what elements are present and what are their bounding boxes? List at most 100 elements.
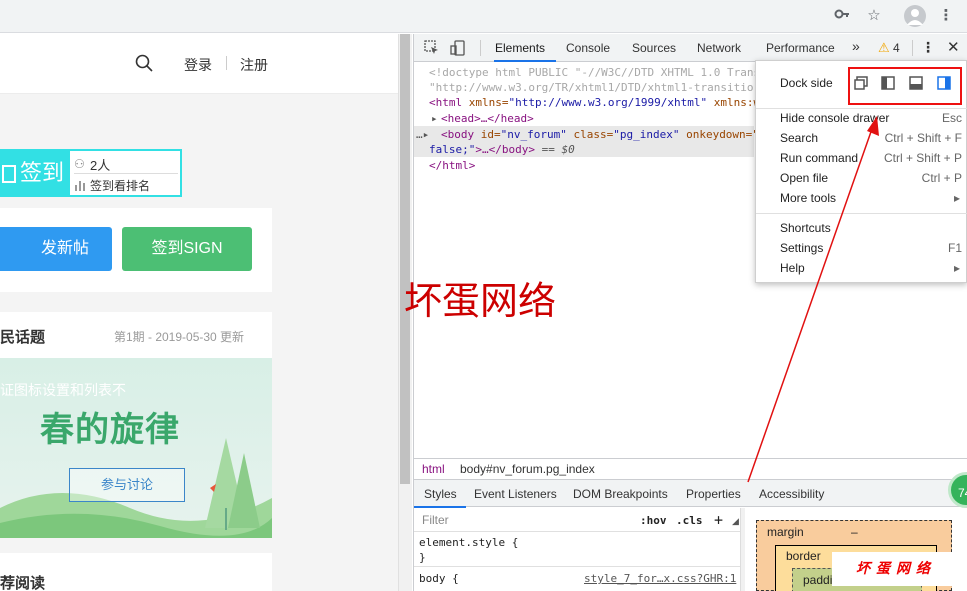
- star-icon[interactable]: ☆: [864, 6, 884, 26]
- style-menu-icon[interactable]: ◢: [732, 516, 739, 527]
- breadcrumb-html[interactable]: html: [422, 462, 445, 476]
- body-node-cont[interactable]: false;">…</body> == $0: [429, 143, 575, 156]
- tab-accessibility[interactable]: Accessibility: [759, 487, 824, 501]
- register-link[interactable]: 注册: [240, 55, 268, 75]
- more-tabs-button[interactable]: »: [852, 38, 860, 54]
- tab-properties[interactable]: Properties: [686, 487, 741, 501]
- menu-label: Settings: [780, 241, 824, 255]
- tab-network[interactable]: Network: [697, 41, 741, 55]
- topic-title: 民话题: [0, 329, 46, 346]
- checkin-button[interactable]: 签到: [2, 151, 70, 195]
- new-post-button[interactable]: 发新帖: [0, 227, 112, 271]
- user-icon: ⚇: [74, 157, 85, 171]
- device-toolbar-icon[interactable]: [450, 40, 466, 61]
- watermark-text: 坏蛋网络: [404, 279, 557, 323]
- border-label: border: [786, 549, 821, 563]
- banner-title: 春的旋律: [40, 411, 180, 449]
- warning-icon[interactable]: ⚠: [878, 40, 890, 56]
- devtools-customize-menu: Dock side Hide console drawer Esc Search…: [755, 60, 967, 283]
- rule-divider: [414, 566, 740, 567]
- inspect-element-icon[interactable]: [424, 40, 440, 61]
- menu-item-search[interactable]: Search Ctrl + Shift + F: [756, 131, 967, 147]
- node-actions-icon[interactable]: …▸: [416, 128, 429, 141]
- element-style-rule[interactable]: element.style {: [419, 536, 518, 549]
- tab-sources[interactable]: Sources: [632, 41, 676, 55]
- menu-shortcut: Ctrl + Shift + P: [883, 151, 962, 165]
- checkin-count: 2人: [90, 158, 111, 173]
- menu-item-more-tools[interactable]: More tools ▸: [756, 191, 967, 207]
- login-link[interactable]: 登录: [184, 55, 212, 75]
- menu-label: Shortcuts: [780, 221, 831, 235]
- menu-label: Run command: [780, 151, 859, 165]
- tab-console[interactable]: Console: [566, 41, 610, 55]
- checkin-divider: [74, 173, 178, 174]
- html-close-node[interactable]: </html>: [429, 159, 475, 172]
- menu-item-open-file[interactable]: Open file Ctrl + P: [756, 171, 967, 187]
- menu-shortcut: Ctrl + Shift + F: [884, 131, 962, 145]
- tab-separator: [480, 40, 481, 56]
- sign-button[interactable]: 签到SIGN: [122, 227, 252, 271]
- id-value: "nv_forum": [500, 128, 567, 141]
- join-discussion-button[interactable]: 参与讨论: [69, 468, 185, 502]
- checkin-label: 签到: [20, 160, 65, 185]
- kebab-menu-icon[interactable]: ⋮: [936, 6, 956, 26]
- dock-right-icon[interactable]: [937, 76, 951, 95]
- cls-toggle[interactable]: .cls: [676, 514, 703, 527]
- menu-item-settings[interactable]: Settings F1: [756, 241, 967, 257]
- warning-count[interactable]: 4: [893, 41, 900, 55]
- tab-dom-breakpoints[interactable]: DOM Breakpoints: [573, 487, 668, 501]
- tab-styles[interactable]: Styles: [424, 487, 457, 501]
- checkin-rank-link[interactable]: 签到看排名: [90, 177, 150, 194]
- element-style-close: }: [419, 551, 426, 564]
- html-node[interactable]: <html xmlns="http://www.w3.org/1999/xhtm…: [429, 96, 760, 109]
- submenu-arrow-icon: ▸: [953, 191, 960, 205]
- browser-toolbar: ☆ ⋮: [0, 0, 967, 33]
- selected-node-marker: == $0: [534, 143, 575, 156]
- menu-label: More tools: [780, 191, 837, 205]
- menu-item-help[interactable]: Help ▸: [756, 261, 967, 277]
- doctype-line-2[interactable]: "http://www.w3.org/TR/xhtml1/DTD/xhtml1-…: [429, 81, 754, 94]
- calendar-icon: [2, 165, 16, 184]
- hov-toggle[interactable]: :hov: [640, 514, 667, 527]
- xmlns-value: "http://www.w3.org/1999/xhtml": [508, 96, 708, 109]
- expand-triangle-icon[interactable]: ▸: [431, 112, 438, 125]
- search-icon[interactable]: [135, 54, 153, 77]
- topic-banner[interactable]: 证图标设置和列表不 春的旋律 参与讨论: [0, 358, 272, 538]
- page-scrollbar-thumb[interactable]: [400, 34, 410, 484]
- checkin-widget[interactable]: 签到 ⚇ 2人 签到看排名: [0, 149, 182, 197]
- breadcrumb-body[interactable]: body#nv_forum.pg_index: [460, 462, 595, 476]
- key-icon[interactable]: [832, 6, 852, 26]
- submenu-arrow-icon: ▸: [953, 261, 960, 275]
- menu-item-run-command[interactable]: Run command Ctrl + Shift + P: [756, 151, 967, 167]
- profile-icon[interactable]: [904, 5, 926, 27]
- menu-item-hide-console[interactable]: Hide console drawer Esc: [756, 111, 967, 127]
- head-node[interactable]: <head>…</head>: [441, 112, 534, 125]
- undock-icon[interactable]: [854, 76, 868, 95]
- stylesheet-source-link[interactable]: style_7_for…x.css?GHR:1: [584, 572, 736, 585]
- margin-value: –: [851, 525, 858, 539]
- recommended-reading-title: 荐阅读: [0, 575, 46, 591]
- tab-elements[interactable]: Elements: [495, 41, 545, 55]
- new-rule-button[interactable]: +: [714, 511, 723, 529]
- menu-shortcut: Esc: [941, 111, 962, 125]
- menu-item-shortcuts[interactable]: Shortcuts: [756, 221, 967, 237]
- body-rule-selector[interactable]: body {: [419, 572, 459, 585]
- close-icon[interactable]: ✕: [947, 38, 960, 56]
- body-close-tag: >…</body>: [475, 143, 535, 156]
- web-page: 登录 注册 签到 ⚇ 2人 签到看排名 发新帖 签到SIGN 民话题 第1期 -…: [0, 34, 398, 591]
- doctype-line[interactable]: <!doctype html PUBLIC "-//W3C//DTD XHTML…: [429, 66, 760, 79]
- banner-subtitle: 证图标设置和列表不: [0, 382, 126, 398]
- header-divider: [226, 56, 227, 70]
- tab-performance[interactable]: Performance: [766, 41, 835, 55]
- devtools-menu-icon[interactable]: ⋮: [921, 39, 935, 56]
- menu-label: Open file: [780, 171, 829, 185]
- styles-filter-input[interactable]: Filter: [422, 513, 449, 527]
- dock-bottom-icon[interactable]: [909, 76, 923, 95]
- styles-tab-bar: Styles Event Listeners DOM Breakpoints P…: [414, 479, 967, 508]
- id-attr: id=: [474, 128, 501, 141]
- menu-label: Hide console drawer: [780, 111, 890, 125]
- tab-event-listeners[interactable]: Event Listeners: [474, 487, 557, 501]
- body-node[interactable]: <body id="nv_forum" class="pg_index" onk…: [441, 128, 759, 141]
- menu-divider: [756, 213, 967, 214]
- dock-left-icon[interactable]: [881, 76, 895, 95]
